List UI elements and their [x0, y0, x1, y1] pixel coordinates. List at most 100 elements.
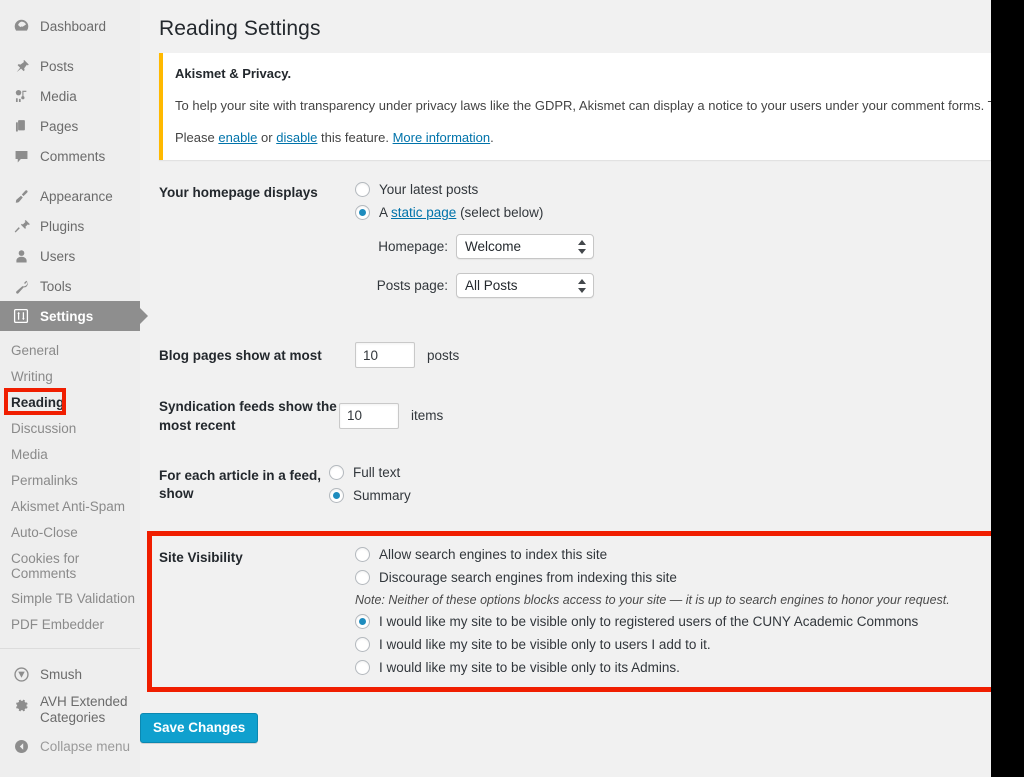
- wrench-icon: [11, 276, 31, 296]
- sidebar-item-label: Plugins: [40, 218, 85, 234]
- sidebar-item-avh-extended-categories[interactable]: AVH Extended Categories: [0, 689, 140, 731]
- radio-visible-admins[interactable]: [355, 660, 370, 676]
- option-allow-search-engines[interactable]: Allow search engines to index this site: [355, 547, 991, 563]
- posts-page-select[interactable]: All Posts: [456, 273, 594, 299]
- smush-icon: [11, 664, 31, 684]
- submenu-item-media[interactable]: Media: [0, 442, 140, 468]
- homepage-select-value: Welcome: [465, 239, 522, 255]
- notice-suffix-text: this feature.: [317, 130, 393, 146]
- enable-link[interactable]: enable: [218, 130, 257, 145]
- sidebar-item-label: Comments: [40, 148, 106, 164]
- sidebar-item-posts[interactable]: Posts: [0, 51, 140, 81]
- option-static-page-label: A static page (select below): [379, 205, 543, 220]
- submenu-item-simple-tb-validation[interactable]: Simple TB Validation: [0, 586, 140, 612]
- settings-submenu: General Writing Reading Discussion Media…: [0, 331, 140, 638]
- homepage-displays-row: Your homepage displays Your latest posts…: [159, 182, 991, 299]
- page-title: Reading Settings: [159, 17, 321, 40]
- main-content: Reading Settings Akismet & Privacy. To h…: [140, 0, 991, 777]
- submenu-item-akismet-anti-spam[interactable]: Akismet Anti-Spam: [0, 494, 140, 520]
- syndication-row: Syndication feeds show the most recent i…: [159, 396, 991, 434]
- option-summary[interactable]: Summary: [329, 487, 991, 503]
- option-visible-added-users-label: I would like my site to be visible only …: [379, 637, 711, 653]
- static-page-suffix: (select below): [456, 205, 544, 221]
- option-visible-registered-users[interactable]: I would like my site to be visible only …: [355, 614, 991, 630]
- pages-icon: [11, 116, 31, 136]
- radio-visible-registered-users[interactable]: [355, 614, 370, 630]
- posts-page-select-label: Posts page:: [376, 278, 448, 294]
- option-allow-search-engines-label: Allow search engines to index this site: [379, 547, 608, 563]
- submenu-item-permalinks[interactable]: Permalinks: [0, 468, 140, 494]
- save-section: Save Changes: [140, 692, 991, 744]
- sidebar-item-comments[interactable]: Comments: [0, 141, 140, 171]
- option-latest-posts-label: Your latest posts: [379, 182, 479, 198]
- sidebar-item-users[interactable]: Users: [0, 241, 140, 271]
- sidebar-item-plugins[interactable]: Plugins: [0, 211, 140, 241]
- syndication-control: items: [339, 402, 991, 429]
- radio-latest-posts[interactable]: [355, 182, 370, 198]
- site-visibility-section: Site Visibility Allow search engines to …: [147, 531, 991, 693]
- radio-summary[interactable]: [329, 487, 344, 503]
- homepage-select-row: Homepage: Welcome: [355, 234, 991, 260]
- radio-visible-added-users[interactable]: [355, 637, 370, 653]
- sidebar-item-smush[interactable]: Smush: [0, 659, 140, 689]
- sidebar-item-label: AVH Extended Categories: [40, 694, 128, 725]
- radio-static-page[interactable]: [355, 205, 370, 221]
- akismet-privacy-notice: Akismet & Privacy. To help your site wit…: [159, 53, 991, 161]
- submenu-item-pdf-embedder[interactable]: PDF Embedder: [0, 612, 140, 638]
- blog-pages-input[interactable]: [355, 342, 415, 369]
- sidebar-item-dashboard[interactable]: Dashboard: [0, 11, 140, 41]
- option-discourage-search-engines-label: Discourage search engines from indexing …: [379, 570, 677, 586]
- sidebar-item-label: Appearance: [40, 188, 113, 204]
- notice-action-prefix: Please: [175, 130, 219, 146]
- notice-period: .: [490, 130, 494, 146]
- sidebar-item-tools[interactable]: Tools: [0, 271, 140, 301]
- option-visible-admins[interactable]: I would like my site to be visible only …: [355, 660, 991, 676]
- site-visibility-note: Note: Neither of these options blocks ac…: [355, 593, 950, 608]
- posts-page-select-value: All Posts: [465, 278, 518, 294]
- submenu-item-reading[interactable]: Reading: [0, 390, 140, 416]
- more-information-link[interactable]: More information: [393, 130, 491, 145]
- sidebar-item-pages[interactable]: Pages: [0, 111, 140, 141]
- sidebar-item-appearance[interactable]: Appearance: [0, 181, 140, 211]
- submenu-item-auto-close[interactable]: Auto-Close: [0, 520, 140, 546]
- gear-icon: [11, 695, 31, 715]
- option-visible-added-users[interactable]: I would like my site to be visible only …: [355, 637, 991, 653]
- comment-bubble-icon: [11, 146, 31, 166]
- syndication-label: Syndication feeds show the most recent: [159, 399, 337, 433]
- plug-icon: [11, 216, 31, 236]
- homepage-select-label: Homepage:: [378, 239, 448, 255]
- option-latest-posts[interactable]: Your latest posts: [355, 182, 991, 198]
- syndication-input[interactable]: [339, 402, 399, 429]
- submenu-item-writing[interactable]: Writing: [0, 364, 140, 390]
- submenu-item-discussion[interactable]: Discussion: [0, 416, 140, 442]
- homepage-select[interactable]: Welcome: [456, 234, 594, 260]
- sidebar-item-label: Tools: [40, 278, 72, 294]
- sidebar-item-label: Users: [40, 248, 76, 264]
- disable-link[interactable]: disable: [276, 130, 317, 145]
- sidebar-item-label: Settings: [40, 308, 94, 324]
- admin-sidebar: Dashboard Posts Media Pages Comments App…: [0, 0, 148, 777]
- homepage-displays-options: Your latest posts A static page (select …: [355, 182, 991, 299]
- submenu-item-cookies-for-comments[interactable]: Cookies for Comments: [0, 546, 100, 586]
- save-changes-button[interactable]: Save Changes: [140, 713, 259, 744]
- sidebar-main-menu: Dashboard Posts Media Pages Comments App…: [0, 0, 148, 331]
- pin-icon: [11, 56, 31, 76]
- radio-allow-search-engines[interactable]: [355, 547, 370, 563]
- radio-full-text[interactable]: [329, 464, 344, 480]
- static-page-link[interactable]: static page: [391, 205, 456, 220]
- submenu-item-general[interactable]: General: [0, 338, 140, 364]
- option-visible-admins-label: I would like my site to be visible only …: [379, 660, 680, 676]
- option-static-page[interactable]: A static page (select below): [355, 205, 991, 221]
- notice-heading-text: Akismet & Privacy.: [175, 66, 292, 81]
- chevron-updown-icon: [578, 239, 586, 255]
- sidebar-item-collapse-menu[interactable]: Collapse menu: [0, 731, 140, 761]
- option-full-text-label: Full text: [353, 464, 401, 480]
- sidebar-item-media[interactable]: Media: [0, 81, 140, 111]
- radio-discourage-search-engines[interactable]: [355, 570, 370, 586]
- sidebar-item-label: Posts: [40, 58, 74, 74]
- option-discourage-search-engines[interactable]: Discourage search engines from indexing …: [355, 570, 991, 586]
- blog-pages-suffix: posts: [427, 347, 460, 363]
- sidebar-item-settings[interactable]: Settings: [0, 301, 148, 331]
- option-full-text[interactable]: Full text: [329, 464, 991, 480]
